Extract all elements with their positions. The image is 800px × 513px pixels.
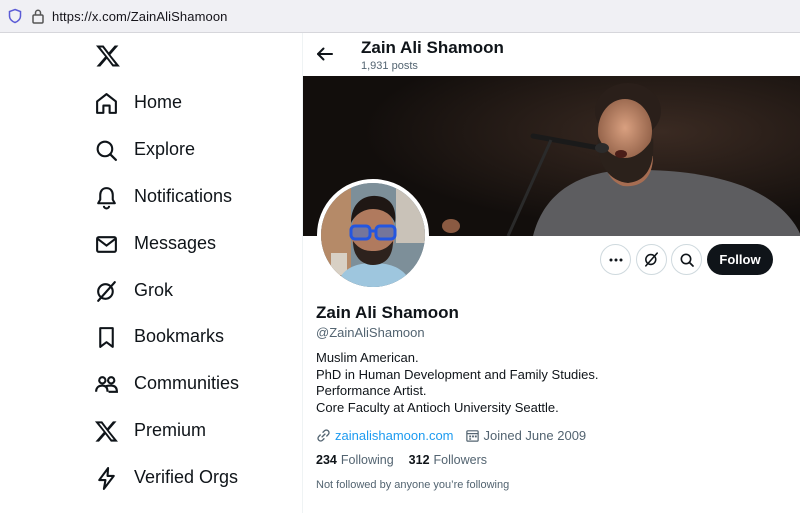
- website-text[interactable]: zainalishamoon.com: [335, 428, 454, 443]
- sidebar-item-label: Communities: [134, 373, 240, 393]
- sidebar-item-verified-orgs[interactable]: Verified Orgs: [94, 463, 238, 493]
- more-icon: [609, 258, 622, 261]
- envelope-icon: [96, 235, 117, 253]
- sidebar-item-label: Home: [134, 92, 183, 112]
- browser-url-bar[interactable]: https://x.com/ZainAliShamoon: [0, 0, 800, 33]
- sidebar-item-label: Messages: [134, 233, 217, 253]
- follow-stats: 234 Following 312 Followers: [316, 453, 502, 467]
- grok-icon: [97, 280, 116, 302]
- following-label: Following: [340, 453, 394, 467]
- profile-name: Zain Ali Shamoon: [316, 303, 459, 322]
- calendar-icon: [465, 429, 479, 442]
- profile-column: Zain Ali Shamoon 1,931 posts Follow Zain…: [302, 33, 800, 513]
- x-logo-icon: [94, 420, 118, 442]
- more-button[interactable]: [600, 244, 631, 275]
- grok-button[interactable]: [636, 244, 667, 275]
- joined-text: Joined June 2009: [483, 427, 587, 443]
- following-count: 234: [316, 453, 337, 467]
- followers-link[interactable]: 312 Followers: [409, 453, 487, 467]
- bookmark-icon: [99, 326, 114, 348]
- bio-line: Core Faculty at Antioch University Seatt…: [316, 399, 559, 415]
- search-profile-button[interactable]: [671, 244, 702, 275]
- avatar[interactable]: [317, 179, 429, 291]
- url-text[interactable]: https://x.com/ZainAliShamoon: [52, 9, 228, 24]
- grok-icon: [645, 252, 658, 267]
- bio-line: Muslim American.: [316, 350, 419, 365]
- sidebar-item-grok[interactable]: Grok: [94, 276, 173, 306]
- search-icon: [96, 140, 118, 161]
- sidebar-item-premium[interactable]: Premium: [94, 416, 206, 446]
- sidebar-item-messages[interactable]: Messages: [94, 229, 216, 259]
- x-logo-icon[interactable]: [95, 43, 121, 69]
- profile-bio: Muslim American. PhD in Human Developmen…: [316, 350, 599, 416]
- followers-label: Followers: [433, 453, 488, 467]
- bio-line: PhD in Human Development and Family Stud…: [316, 366, 599, 382]
- sidebar-item-label: Bookmarks: [134, 326, 225, 346]
- followers-count: 312: [408, 453, 430, 467]
- search-icon: [680, 253, 694, 267]
- profile-meta: zainalishamoon.com Joined June 2009: [316, 426, 586, 444]
- header-title: Zain Ali Shamoon: [361, 38, 504, 57]
- sidebar-item-label: Premium: [134, 420, 207, 440]
- lightning-icon: [98, 466, 115, 490]
- sidebar-item-label: Grok: [134, 280, 174, 300]
- profile-handle: @ZainAliShamoon: [316, 325, 425, 340]
- shield-icon[interactable]: [7, 8, 23, 24]
- not-followed-notice: Not followed by anyone you’re following: [316, 479, 510, 491]
- website-link[interactable]: zainalishamoon.com: [316, 428, 454, 443]
- following-link[interactable]: 234 Following: [316, 453, 394, 467]
- link-icon: [317, 428, 330, 442]
- sidebar-item-label: Notifications: [134, 186, 233, 206]
- lock-icon[interactable]: [31, 8, 45, 24]
- follow-button[interactable]: Follow: [707, 244, 773, 275]
- home-icon: [96, 92, 117, 114]
- post-count: 1,931 posts: [361, 60, 418, 72]
- bell-icon: [97, 186, 116, 209]
- sidebar-item-label: Explore: [134, 139, 196, 159]
- sidebar-item-notifications[interactable]: Notifications: [94, 182, 232, 212]
- joined-date: Joined June 2009: [465, 427, 587, 443]
- bio-line: Performance Artist.: [316, 383, 427, 398]
- sidebar-item-label: Verified Orgs: [134, 467, 239, 487]
- back-arrow-icon[interactable]: [315, 44, 335, 64]
- sidebar-item-bookmarks[interactable]: Bookmarks: [94, 322, 224, 352]
- sidebar-item-home[interactable]: Home: [94, 88, 182, 118]
- people-icon: [95, 375, 118, 393]
- sidebar-item-communities[interactable]: Communities: [94, 369, 239, 399]
- sidebar-item-explore[interactable]: Explore: [94, 135, 195, 165]
- avatar-image: [321, 183, 425, 287]
